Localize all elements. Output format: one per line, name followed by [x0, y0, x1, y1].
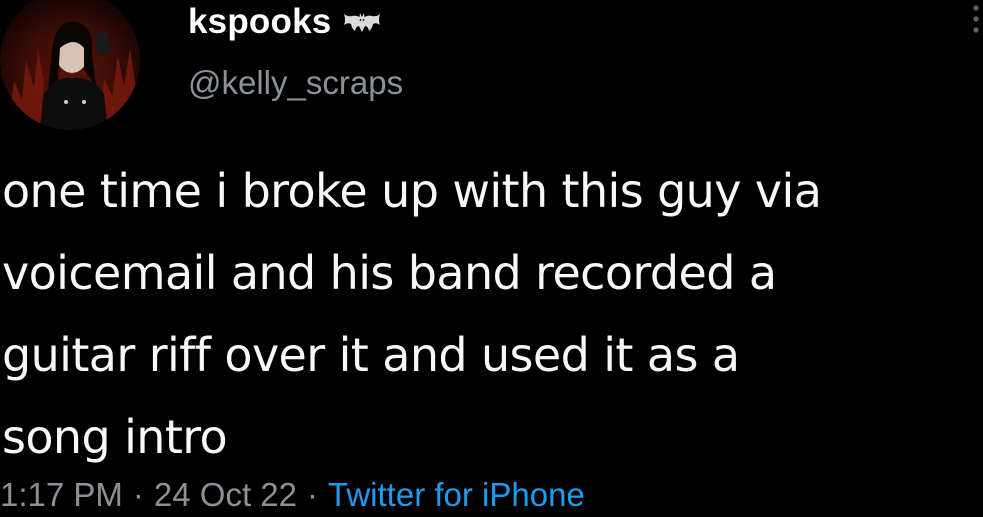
meta-separator: ·	[132, 476, 144, 513]
display-name[interactable]: kspooks	[188, 2, 331, 42]
tweet-time[interactable]: 1:17 PM	[0, 476, 123, 514]
tweet-text-line: voicemail and his band recorded a	[2, 246, 777, 300]
user-handle[interactable]: @kelly_scraps	[188, 64, 403, 102]
tweet-source-link[interactable]: Twitter for iPhone	[328, 476, 585, 514]
display-name-row: kspooks	[188, 2, 381, 42]
tweet-text-line: guitar riff over it and used it as a	[2, 328, 740, 382]
meta-separator: ·	[307, 476, 318, 513]
more-options-icon[interactable]	[966, 2, 983, 42]
tweet-card: kspooks @kelly_scraps one time i broke u…	[0, 0, 983, 517]
tweet-date[interactable]: 24 Oct 22	[154, 476, 297, 514]
tweet-text-line: one time i broke up with this guy via	[2, 164, 822, 218]
tweet-text: one time i broke up with this guy via vo…	[2, 150, 977, 478]
profile-photo-icon	[0, 0, 140, 130]
avatar[interactable]	[0, 0, 140, 130]
bat-icon	[343, 11, 381, 33]
tweet-meta: 1:17 PM · 24 Oct 22 · Twitter for iPhone	[0, 476, 585, 514]
tweet-text-line: song intro	[2, 410, 228, 464]
